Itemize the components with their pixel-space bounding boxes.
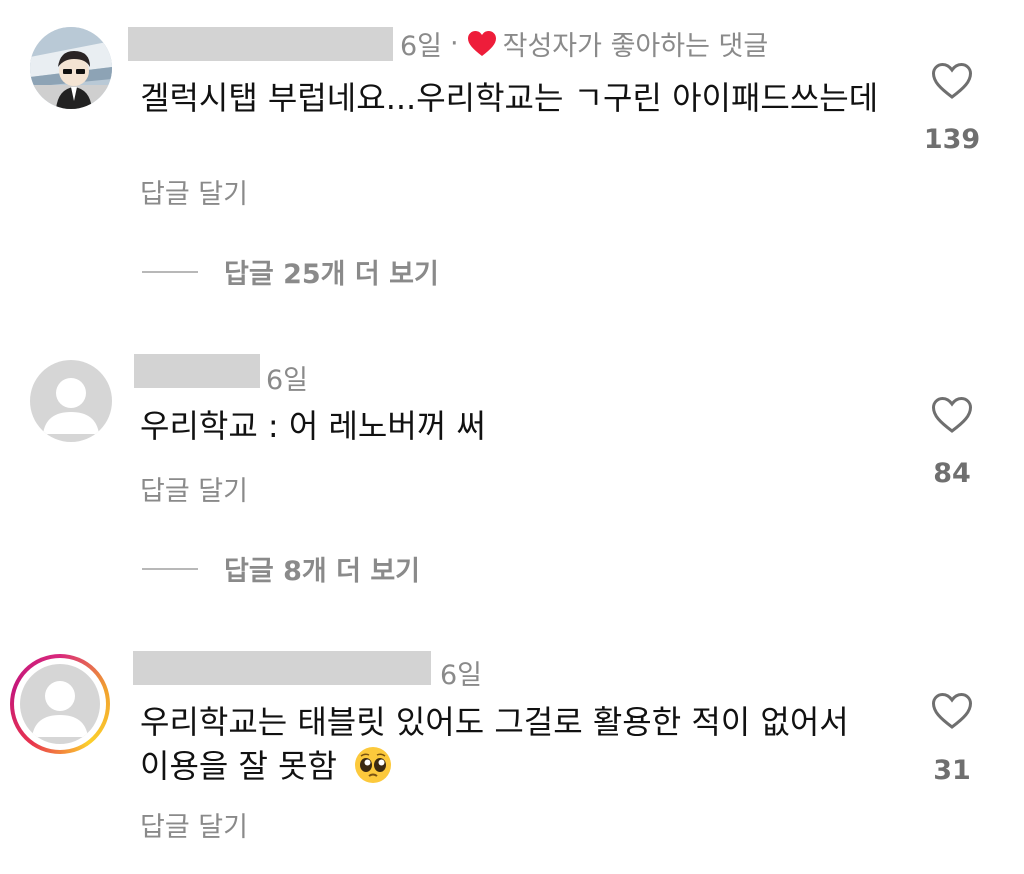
reply-button[interactable]: 답글 달기 — [140, 805, 248, 844]
username-placeholder[interactable] — [133, 651, 431, 685]
view-more-replies-label: 답글 25개 더 보기 — [224, 259, 439, 290]
like-button[interactable] — [922, 62, 982, 100]
story-ring-avatar[interactable] — [10, 654, 110, 754]
comment-time: 6일 — [400, 31, 443, 62]
reply-button[interactable]: 답글 달기 — [140, 172, 248, 211]
like-button[interactable] — [922, 692, 982, 730]
view-more-replies-button[interactable]: 답글 25개 더 보기 — [142, 252, 439, 291]
heart-filled-icon — [467, 30, 497, 57]
view-more-replies-label: 답글 8개 더 보기 — [224, 556, 421, 587]
avatar[interactable] — [30, 360, 112, 442]
heart-outline-icon — [931, 62, 973, 99]
reply-button[interactable]: 답글 달기 — [140, 469, 248, 508]
avatar — [20, 664, 100, 744]
pleading-face-emoji — [353, 745, 393, 785]
replies-divider — [142, 567, 198, 570]
avatar[interactable] — [30, 27, 112, 109]
comment-time: 6일 — [440, 660, 483, 691]
comment-meta: 6일 — [266, 358, 308, 397]
username-placeholder[interactable] — [134, 354, 260, 388]
default-user-icon — [32, 681, 88, 737]
comment-text-body: 우리학교는 태블릿 있어도 그걸로 활용한 적이 없어서 이용을 잘 못함 — [140, 703, 849, 785]
username-placeholder[interactable] — [128, 27, 393, 61]
default-user-icon — [43, 378, 99, 434]
like-count: 139 — [923, 124, 981, 155]
replies-divider — [142, 270, 198, 273]
profile-photo-icon — [30, 27, 112, 109]
comment-text: 겔럭시탭 부럽네요...우리학교는 ㄱ구린 아이패드쓰는데 — [140, 79, 879, 117]
meta-separator: · — [450, 28, 459, 59]
comment-meta: 6일 · 작성자가 좋아하는 댓글 — [400, 24, 768, 63]
liked-by-author-label: 작성자가 좋아하는 댓글 — [502, 31, 769, 62]
comment-text: 우리학교는 태블릿 있어도 그걸로 활용한 적이 없어서 이용을 잘 못함 — [140, 700, 880, 788]
like-count: 31 — [933, 755, 971, 786]
comment-text: 우리학교 : 어 레노버꺼 써 — [140, 407, 486, 445]
like-button[interactable] — [922, 396, 982, 434]
heart-outline-icon — [931, 692, 973, 729]
heart-outline-icon — [931, 396, 973, 433]
like-count: 84 — [933, 458, 971, 489]
comment-meta: 6일 — [440, 653, 482, 692]
comment-time: 6일 — [266, 365, 309, 396]
view-more-replies-button[interactable]: 답글 8개 더 보기 — [142, 549, 420, 588]
